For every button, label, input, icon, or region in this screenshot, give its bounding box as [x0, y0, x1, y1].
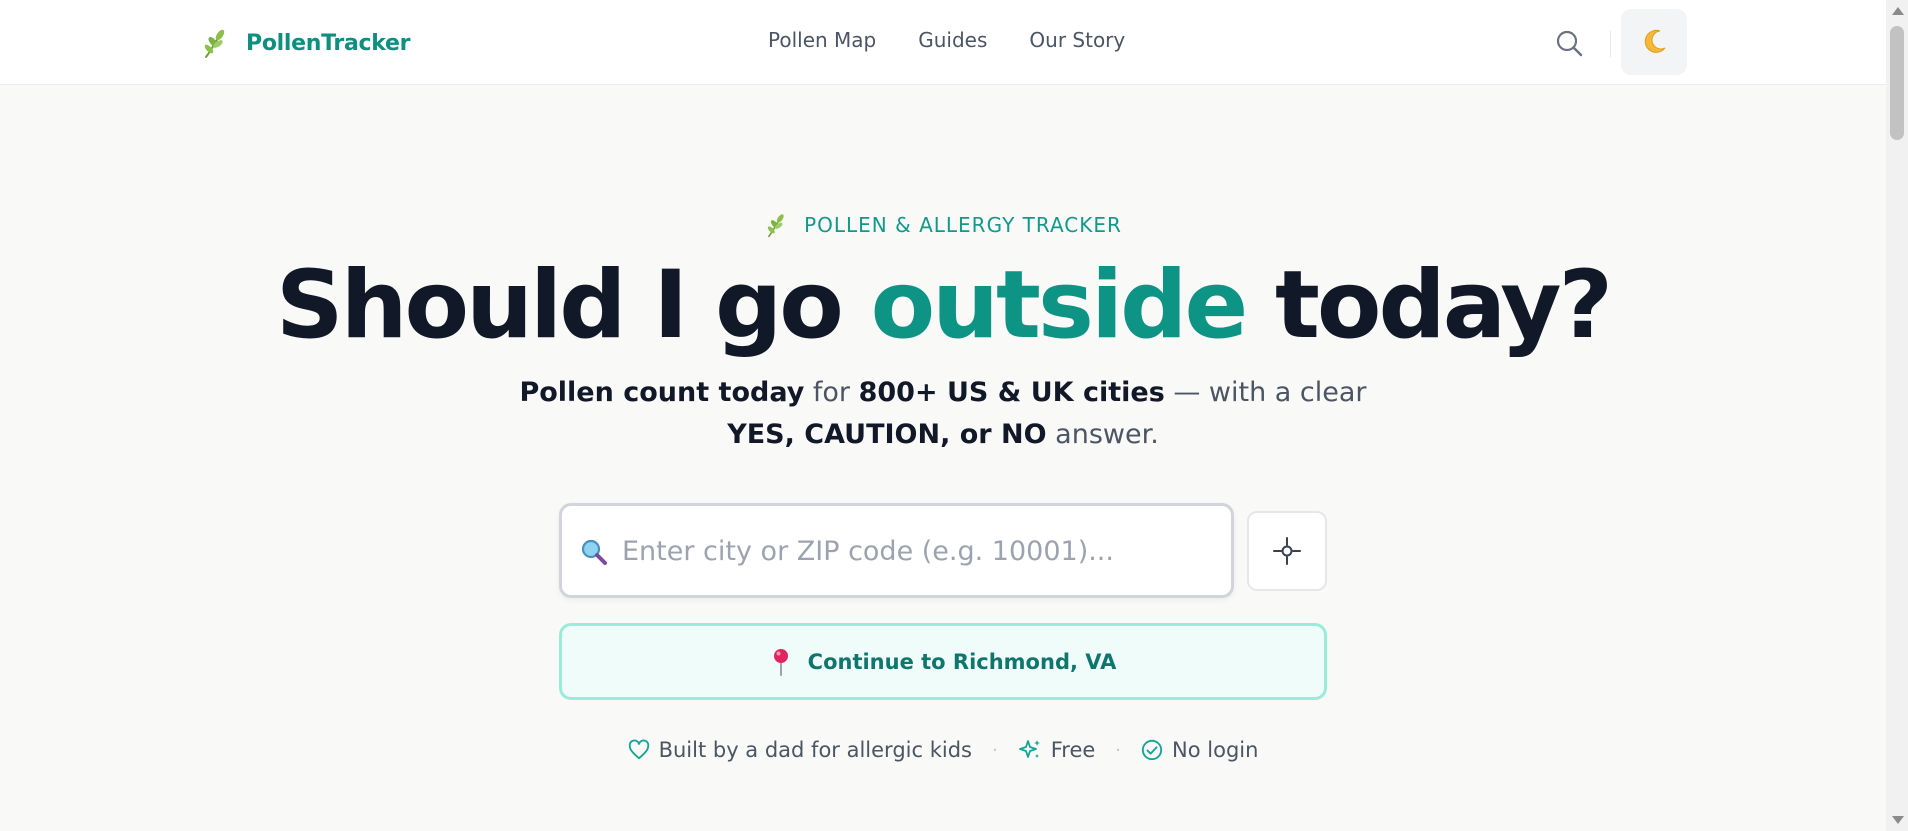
hero-eyebrow: POLLEN & ALLERGY TRACKER — [0, 212, 1886, 238]
headline-accent-word: outside — [870, 251, 1249, 360]
main-nav: Pollen Map Guides Our Story — [768, 28, 1125, 52]
trust-text-built-by-dad: Built by a dad for allergic kids — [658, 738, 972, 762]
header-divider — [1610, 31, 1611, 57]
herb-leaf-icon — [204, 29, 225, 58]
page-scrollbar[interactable] — [1886, 0, 1908, 831]
brand-logo-link[interactable]: PollenTracker — [200, 26, 410, 60]
search-icon — [1556, 30, 1583, 57]
trust-separator: · — [991, 739, 998, 761]
top-nav-bar: PollenTracker Pollen Map Guides Our Stor… — [0, 0, 1886, 85]
trust-item-no-login: No login — [1141, 738, 1258, 762]
scroll-up-arrow[interactable] — [1892, 7, 1904, 15]
trust-separator: · — [1115, 739, 1122, 761]
city-search-input[interactable] — [622, 524, 1222, 578]
hero-headline: Should I go outside today? — [0, 250, 1886, 362]
subhead-text-4: — with a clear — [1164, 377, 1367, 408]
hero-subheading: Pollen count today for 800+ US & UK citi… — [0, 372, 1886, 456]
sparkles-icon — [1018, 740, 1040, 758]
trust-item-free: Free — [1018, 738, 1096, 762]
pin-icon — [773, 648, 788, 676]
theme-toggle-button[interactable] — [1621, 9, 1687, 75]
subhead-bold-3: 800+ US & UK cities — [858, 377, 1165, 408]
subhead-text-2: for — [804, 377, 859, 408]
subhead-bold-1: Pollen count today — [519, 377, 805, 408]
trust-item-built-by-dad: Built by a dad for allergic kids — [628, 738, 972, 762]
brand-name: PollenTracker — [246, 30, 411, 56]
header-search-button[interactable] — [1552, 26, 1586, 60]
continue-button-label: Continue to Richmond, VA — [807, 649, 1117, 674]
nav-link-pollen-map[interactable]: Pollen Map — [768, 28, 876, 52]
city-search-box[interactable] — [559, 503, 1234, 598]
nav-link-our-story[interactable]: Our Story — [1029, 28, 1125, 52]
subhead-text-6: answer. — [1046, 419, 1159, 450]
crosshair-icon — [1273, 537, 1301, 565]
headline-part-after: today? — [1245, 251, 1613, 360]
headline-part-before: Should I go — [275, 251, 871, 360]
scroll-thumb[interactable] — [1890, 26, 1904, 140]
scroll-down-arrow[interactable] — [1892, 816, 1904, 824]
magnifier-icon — [581, 539, 607, 565]
eyebrow-text: POLLEN & ALLERGY TRACKER — [804, 213, 1122, 237]
use-my-location-button[interactable] — [1247, 511, 1327, 591]
trust-text-free: Free — [1050, 738, 1096, 762]
page: PollenTracker Pollen Map Guides Our Stor… — [0, 0, 1908, 831]
nav-link-guides[interactable]: Guides — [918, 28, 987, 52]
trust-badges-row: Built by a dad for allergic kids · Free … — [0, 738, 1886, 762]
trust-text-no-login: No login — [1172, 738, 1259, 762]
subhead-bold-5: YES, CAUTION, or NO — [727, 419, 1047, 450]
herb-leaf-icon — [767, 214, 784, 238]
heart-icon — [628, 739, 649, 760]
crescent-moon-icon — [1644, 29, 1666, 53]
check-circle-icon — [1141, 739, 1163, 761]
continue-location-button[interactable]: Continue to Richmond, VA — [559, 623, 1327, 700]
